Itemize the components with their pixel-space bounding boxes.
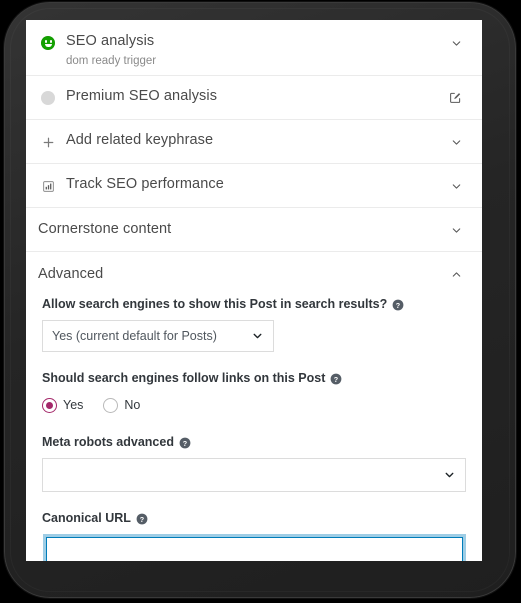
chevron-down-icon[interactable]	[446, 132, 466, 152]
field-meta-robots-advanced: Meta robots advanced ?	[38, 434, 470, 492]
bar-chart-icon	[38, 176, 58, 196]
collapsible-label-track-seo-performance: Track SEO performance	[66, 176, 224, 192]
field-allow-search-engines: Allow search engines to show this Post i…	[38, 296, 470, 352]
field-follow-links: Should search engines follow links on th…	[38, 370, 470, 416]
radio-indicator-no	[103, 397, 119, 413]
row-texts: SEO analysis dom ready trigger	[66, 32, 156, 69]
label-canonical-url: Canonical URL ?	[42, 510, 466, 527]
yoast-seo-sidebar-panel: SEO analysis dom ready trigger Premium S…	[26, 20, 482, 561]
row-texts: Add related keyphrase	[66, 131, 213, 150]
row-texts: Track SEO performance	[66, 175, 224, 194]
smiley-shape	[41, 36, 55, 50]
meta-robots-select-wrap	[42, 458, 466, 492]
collapsible-track-seo-performance[interactable]: Track SEO performance	[26, 164, 482, 208]
collapsible-sublabel-seo-analysis: dom ready trigger	[66, 55, 157, 67]
collapsible-label-seo-analysis: SEO analysis	[66, 33, 155, 49]
follow-links-radio-group: Yes No	[42, 394, 466, 416]
label-canonical-url-text: Canonical URL	[42, 511, 131, 525]
svg-text:?: ?	[396, 300, 400, 309]
label-allow-search-engines-text: Allow search engines to show this Post i…	[42, 297, 388, 311]
chevron-down-icon[interactable]	[446, 176, 466, 196]
grey-dot-icon	[38, 88, 58, 108]
advanced-title: Advanced	[38, 265, 104, 282]
collapsible-label-cornerstone-content: Cornerstone content	[38, 221, 172, 237]
chevron-down-icon[interactable]	[446, 33, 466, 53]
radio-indicator-yes	[42, 397, 57, 413]
collapsible-advanced[interactable]: Advanced	[38, 252, 470, 296]
collapsible-label-premium-seo-analysis: Premium SEO analysis	[66, 88, 218, 104]
svg-text:?: ?	[334, 374, 338, 383]
label-follow-links-text: Should search engines follow links on th…	[42, 371, 326, 385]
row-texts: Cornerstone content	[38, 220, 171, 239]
collapsible-cornerstone-content[interactable]: Cornerstone content	[26, 208, 482, 252]
chevron-up-icon[interactable]	[446, 265, 466, 285]
row-texts: Premium SEO analysis	[66, 87, 217, 106]
svg-text:?: ?	[183, 438, 187, 447]
grey-dot-shape	[41, 91, 55, 105]
canonical-url-input[interactable]	[43, 534, 466, 561]
allow-search-engines-select-wrap: Yes (current default for Posts)	[42, 320, 274, 352]
collapsible-add-related-keyphrase[interactable]: Add related keyphrase	[26, 120, 482, 164]
canonical-url-focus-wrap	[43, 534, 466, 561]
label-meta-robots-advanced: Meta robots advanced ?	[42, 434, 466, 451]
label-follow-links: Should search engines follow links on th…	[42, 370, 466, 387]
label-allow-search-engines: Allow search engines to show this Post i…	[42, 296, 466, 313]
allow-search-engines-select[interactable]: Yes (current default for Posts)	[42, 320, 274, 352]
collapsible-premium-seo-analysis[interactable]: Premium SEO analysis	[26, 76, 482, 120]
radio-follow-links-yes[interactable]: Yes	[42, 397, 84, 413]
field-canonical-url: Canonical URL ?	[38, 510, 470, 561]
plus-icon	[38, 132, 58, 152]
radio-follow-links-no[interactable]: No	[103, 397, 141, 413]
advanced-section: Advanced Allow search engines to show th…	[26, 252, 482, 561]
green-smiley-icon	[38, 33, 58, 53]
help-circle-icon[interactable]: ?	[179, 437, 191, 449]
label-meta-robots-advanced-text: Meta robots advanced	[42, 435, 174, 449]
row-left: Track SEO performance	[38, 175, 446, 196]
radio-label-yes: Yes	[63, 397, 84, 412]
help-circle-icon[interactable]: ?	[330, 373, 342, 385]
help-circle-icon[interactable]: ?	[392, 299, 404, 311]
chevron-down-icon[interactable]	[446, 220, 466, 240]
help-circle-icon[interactable]: ?	[136, 513, 148, 525]
row-left: Premium SEO analysis	[38, 87, 444, 108]
edit-pencil-icon[interactable]	[444, 87, 466, 109]
row-left: Add related keyphrase	[38, 131, 446, 152]
row-left: Cornerstone content	[38, 220, 446, 239]
svg-text:?: ?	[140, 514, 144, 523]
collapsible-label-add-related-keyphrase: Add related keyphrase	[66, 132, 214, 148]
device-frame: SEO analysis dom ready trigger Premium S…	[4, 2, 516, 598]
row-left: SEO analysis dom ready trigger	[38, 32, 446, 69]
collapsible-seo-analysis[interactable]: SEO analysis dom ready trigger	[26, 20, 482, 76]
radio-label-no: No	[124, 397, 141, 412]
meta-robots-advanced-select[interactable]	[42, 458, 466, 492]
